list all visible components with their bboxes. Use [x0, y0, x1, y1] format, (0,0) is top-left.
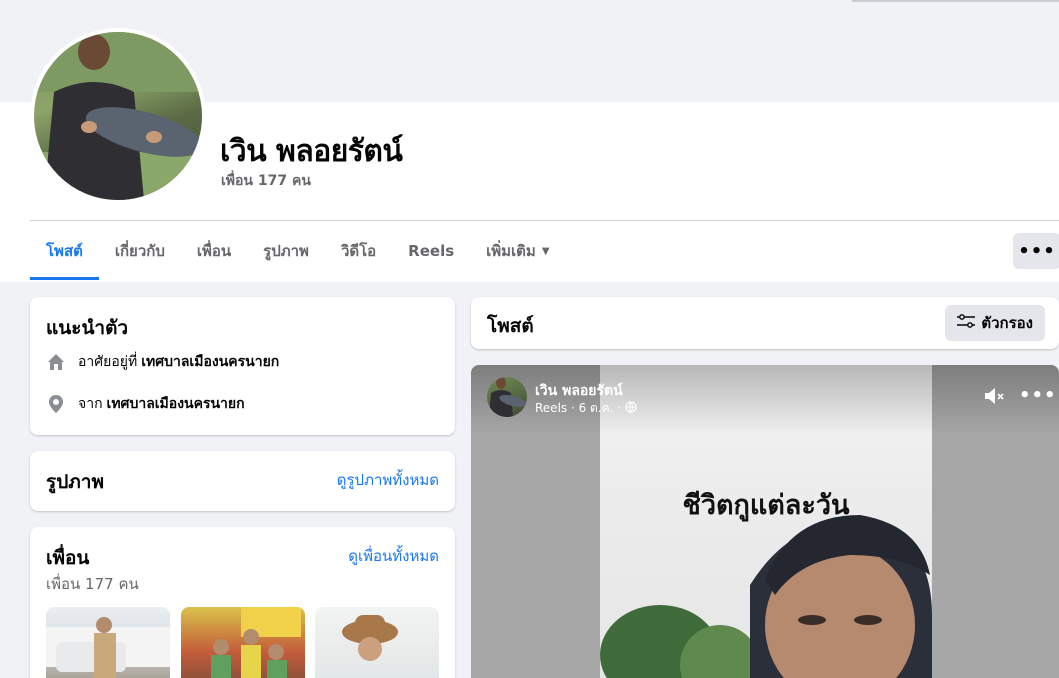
cover-edge	[852, 0, 1059, 2]
tab-more[interactable]: เพิ่มเติม ▼	[470, 222, 565, 280]
tab-posts[interactable]: โพสต์	[30, 222, 99, 280]
tab-label: เพิ่มเติม	[486, 242, 536, 260]
filter-label: ตัวกรอง	[981, 314, 1033, 332]
reel-post[interactable]: ชีวิตกูแต่ละวัน เวิน พลอยรัตน์ Reels · 6…	[471, 365, 1059, 678]
profile-tabs: โพสต์ เกี่ยวกับ เพื่อน รูปภาพ วิดีโอ Ree…	[30, 222, 566, 280]
reel-meta-text[interactable]: Reels · 6 ต.ค. ·	[535, 399, 621, 418]
friend-thumbnail[interactable]	[181, 607, 305, 678]
reel-author-avatar[interactable]	[487, 377, 527, 417]
tab-label: เกี่ยวกับ	[114, 242, 165, 260]
location-pin-icon	[46, 394, 66, 414]
tab-about[interactable]: เกี่ยวกับ	[99, 222, 181, 280]
profile-name: เวิน พลอยรัตน์	[220, 134, 403, 169]
posts-title: โพสต์	[487, 315, 534, 337]
intro-from-row: จาก เทศบาลเมืองนครนายก	[46, 393, 245, 415]
profile-more-button[interactable]: •••	[1013, 233, 1059, 269]
photos-title[interactable]: รูปภาพ	[46, 467, 104, 497]
see-all-photos-link[interactable]: ดูรูปภาพทั้งหมด	[337, 468, 439, 492]
reel-caption: ชีวิตกูแต่ละวัน	[682, 490, 850, 521]
tab-reels[interactable]: Reels	[392, 222, 470, 280]
intro-card: แนะนำตัว อาศัยอยู่ที่ เทศบาลเมืองนครนายก…	[30, 297, 455, 435]
mute-icon[interactable]	[983, 385, 1007, 411]
profile-avatar[interactable]	[30, 28, 206, 204]
tab-label: Reels	[408, 242, 455, 260]
intro-title: แนะนำตัว	[46, 317, 129, 339]
friends-title[interactable]: เพื่อน	[46, 543, 89, 573]
globe-icon	[625, 401, 637, 416]
home-icon	[46, 352, 66, 372]
tab-label: โพสต์	[46, 242, 83, 260]
friends-count: เพื่อน 177 คน	[46, 575, 139, 593]
tab-friends[interactable]: เพื่อน	[181, 222, 247, 280]
photos-card: รูปภาพ ดูรูปภาพทั้งหมด	[30, 451, 455, 511]
intro-lives-value[interactable]: เทศบาลเมืองนครนายก	[141, 351, 279, 373]
intro-lives-prefix: อาศัยอยู่ที่	[78, 354, 138, 370]
tab-photos[interactable]: รูปภาพ	[247, 222, 325, 280]
friend-thumbnail[interactable]	[315, 607, 439, 678]
reel-more-icon[interactable]: •••	[1019, 385, 1057, 406]
profile-photo-illustration	[34, 32, 202, 200]
tab-label: เพื่อน	[196, 242, 232, 260]
profile-photo	[34, 32, 202, 200]
posts-header-card: โพสต์ ตัวกรอง	[471, 297, 1059, 349]
filter-sliders-icon	[957, 314, 976, 332]
intro-from-prefix: จาก	[78, 396, 103, 412]
profile-friend-count[interactable]: เพื่อน 177 คน	[221, 170, 311, 192]
see-all-friends-link[interactable]: ดูเพื่อนทั้งหมด	[348, 544, 439, 568]
friend-thumbnail[interactable]	[46, 607, 170, 678]
intro-lives-row: อาศัยอยู่ที่ เทศบาลเมืองนครนายก	[46, 351, 279, 373]
intro-from-value[interactable]: เทศบาลเมืองนครนายก	[107, 393, 245, 415]
caret-down-icon: ▼	[541, 245, 550, 257]
header-divider	[30, 220, 1059, 221]
tab-label: รูปภาพ	[263, 242, 309, 260]
tab-videos[interactable]: วิดีโอ	[325, 222, 392, 280]
filter-button[interactable]: ตัวกรอง	[945, 305, 1045, 341]
tab-label: วิดีโอ	[340, 242, 377, 260]
reel-meta: Reels · 6 ต.ค. ·	[535, 399, 637, 418]
friends-card: เพื่อน ดูเพื่อนทั้งหมด เพื่อน 177 คน	[30, 527, 455, 678]
